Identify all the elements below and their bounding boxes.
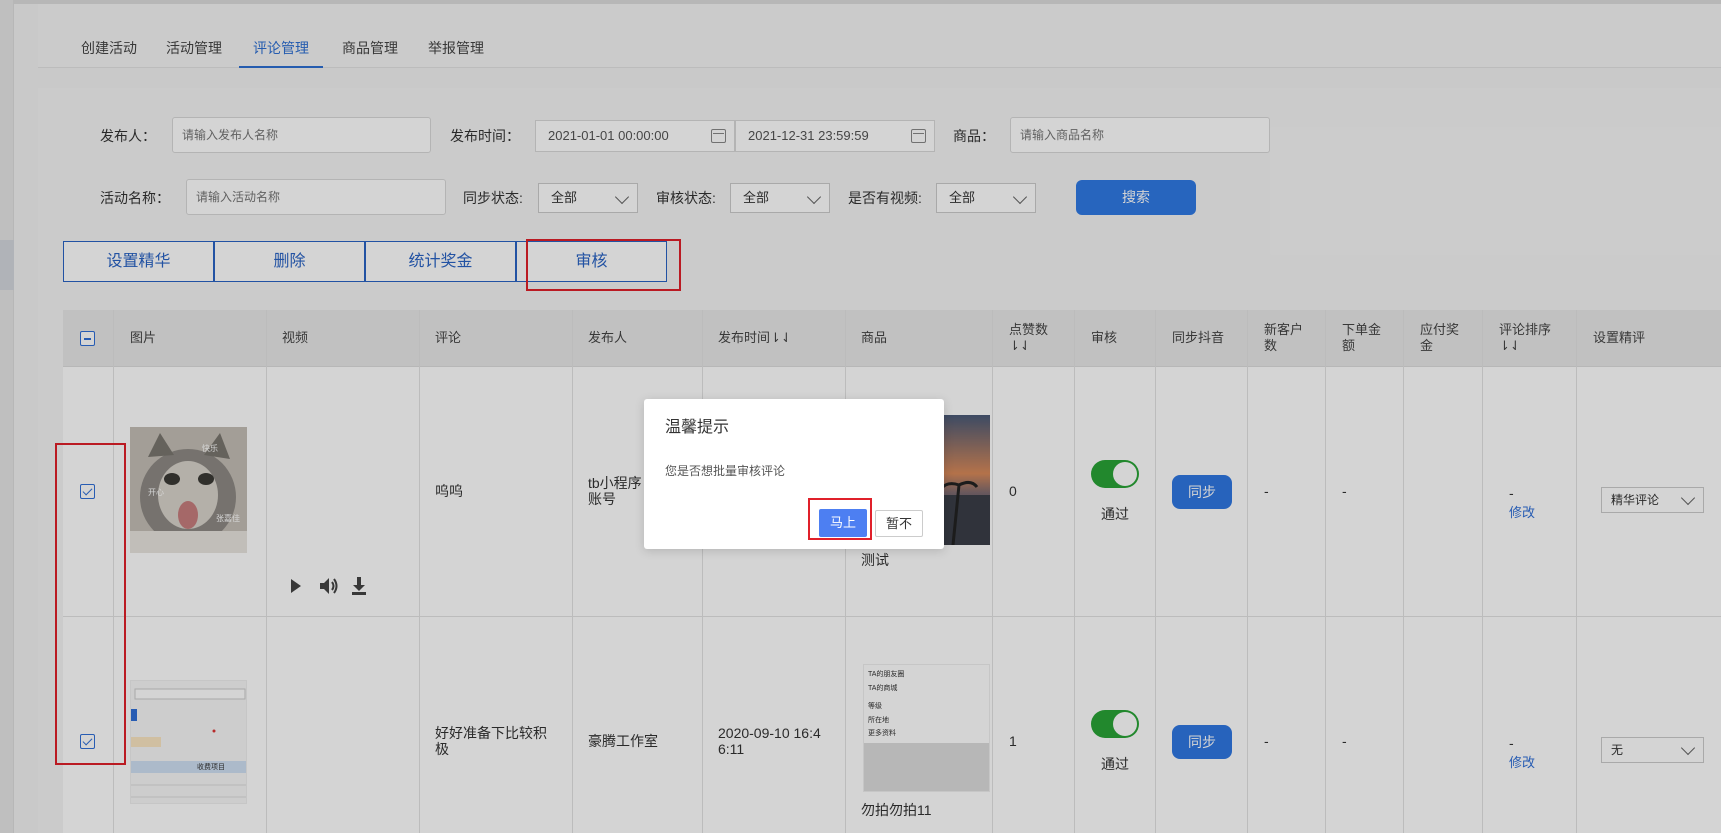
dialog-title: 温馨提示 <box>665 419 730 436</box>
highlight-confirm-button <box>808 498 872 540</box>
dialog-message: 您是否想批量审核评论 <box>665 464 786 478</box>
cancel-button[interactable]: 暂不 <box>875 510 923 537</box>
confirm-dialog: 温馨提示 您是否想批量审核评论 马上 暂不 <box>644 399 944 549</box>
